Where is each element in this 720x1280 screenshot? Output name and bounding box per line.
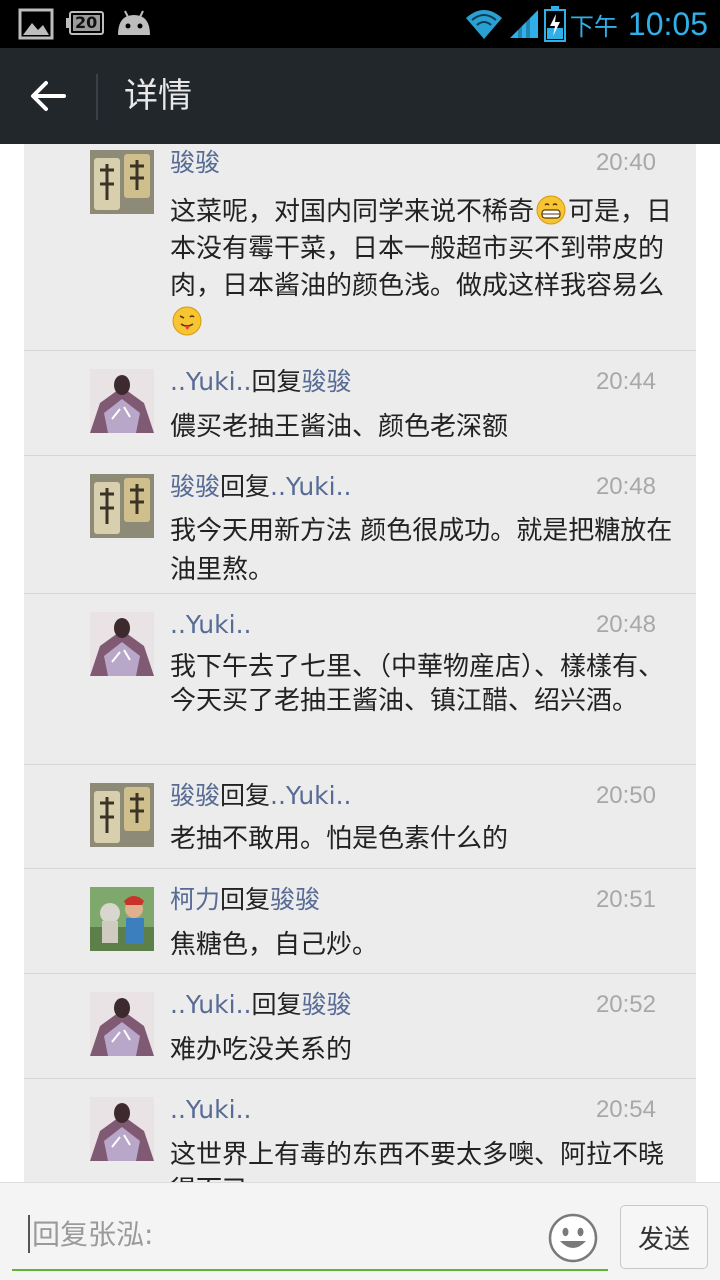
back-arrow-icon: [31, 81, 66, 111]
page-title: 详情: [124, 76, 192, 116]
comment-author: 骏骏: [170, 146, 220, 180]
comment-panel: 骏骏 20:40 这菜呢，对国内同学来说不稀奇 可是，日本没有霉干菜，日本一般超市…: [24, 144, 696, 1182]
clock: 下午 10:05: [570, 4, 708, 44]
author-name[interactable]: ..Yuki..: [170, 610, 251, 639]
author-name[interactable]: 骏骏: [170, 781, 220, 810]
image-icon: [18, 8, 54, 40]
tongue-emoji-icon: [172, 306, 202, 336]
reply-to-name[interactable]: ..Yuki..: [270, 781, 351, 810]
back-button[interactable]: [20, 70, 76, 122]
avatar-yuki[interactable]: [90, 992, 154, 1056]
comment-text: 这世界上有毒的东西不要太多噢、阿拉不晓得而已: [170, 1140, 665, 1182]
comment-author: 骏骏回复..Yuki..: [170, 470, 352, 504]
comment-text: 儂买老抽王酱油、颜色老深额: [170, 412, 509, 442]
comment-author: ..Yuki..回复骏骏: [170, 988, 352, 1022]
reply-label: 回复: [251, 367, 302, 396]
avatar-junjun[interactable]: [90, 783, 154, 847]
comment-item[interactable]: ..Yuki..回复骏骏 20:52 难办吃没关系的: [24, 974, 696, 1079]
comment-text: 这菜呢，对国内同学来说不稀奇 可是，日本没有霉干菜，日本一般超市买不到带皮的肉，日…: [170, 194, 682, 342]
comment-text: 我下午去了七里、（中華物産店）、樣樣有、今天买了老抽王酱油、镇江醋、绍兴酒。: [170, 652, 665, 716]
status-bar: 20 下午 10:05: [0, 0, 720, 48]
comment-item[interactable]: ..Yuki.. 20:54 这世界上有毒的东西不要太多噢、阿拉不晓得而已: [24, 1079, 696, 1182]
author-name[interactable]: ..Yuki..: [170, 367, 251, 396]
comment-author: ..Yuki..: [170, 1093, 251, 1127]
reply-label: 回复: [220, 885, 271, 914]
comment-author: ..Yuki..回复骏骏: [170, 365, 352, 399]
clock-ampm: 下午: [569, 12, 618, 41]
grin-emoji-icon: [536, 195, 566, 225]
comment-author: 骏骏回复..Yuki..: [170, 779, 352, 813]
comment-time: 20:51: [595, 886, 656, 913]
comment-time: 20:40: [595, 149, 656, 176]
reply-to-name[interactable]: ..Yuki..: [270, 472, 351, 501]
signal-icon: [510, 10, 538, 38]
comment-list[interactable]: 骏骏 20:40 这菜呢，对国内同学来说不稀奇 可是，日本没有霉干菜，日本一般超市…: [0, 144, 720, 1182]
battery-level: 20: [75, 13, 98, 32]
comment-text: 老抽不敢用。怕是色素什么的: [170, 824, 509, 854]
wifi-icon: [466, 10, 502, 39]
clock-time: 10:05: [627, 5, 708, 42]
reply-input[interactable]: [32, 1211, 532, 1257]
comment-item[interactable]: 骏骏 20:40 这菜呢，对国内同学来说不稀奇 可是，日本没有霉干菜，日本一般超市…: [24, 144, 696, 351]
avatar-junjun[interactable]: [90, 474, 154, 538]
avatar-yuki[interactable]: [90, 369, 154, 433]
reply-to-name[interactable]: 骏骏: [301, 990, 351, 1019]
charging-battery-icon: [544, 6, 566, 42]
comment-item[interactable]: ..Yuki.. 20:48 我下午去了七里、（中華物産店）、樣樣有、今天买了老…: [24, 594, 696, 765]
comment-author: ..Yuki..: [170, 608, 251, 642]
avatar-junjun[interactable]: [90, 150, 154, 214]
reply-label: 回复: [251, 990, 302, 1019]
smiley-emoji-icon[interactable]: [548, 1213, 598, 1263]
reply-to-name[interactable]: 骏骏: [301, 367, 351, 396]
comment-text: 我今天用新方法 颜色很成功。就是把糖放在油里熬。: [170, 516, 673, 585]
comment-time: 20:48: [595, 611, 656, 638]
action-bar: 详情: [0, 48, 720, 144]
comment-text-part: 这菜呢，对国内同学来说不稀奇: [170, 197, 535, 227]
battery-icon: 20: [66, 11, 104, 35]
comment-item[interactable]: 柯力回复骏骏 20:51 焦糖色，自己炒。: [24, 869, 696, 974]
author-name[interactable]: ..Yuki..: [170, 1095, 251, 1124]
reply-to-name[interactable]: 骏骏: [270, 885, 320, 914]
author-name[interactable]: 柯力: [170, 885, 220, 914]
android-icon: [118, 10, 150, 35]
reply-label: 回复: [220, 781, 271, 810]
comment-time: 20:44: [595, 368, 656, 395]
avatar-keli[interactable]: [90, 887, 154, 951]
comment-time: 20:50: [595, 782, 656, 809]
send-button[interactable]: 发送: [620, 1205, 708, 1269]
comment-text: 难办吃没关系的: [170, 1035, 353, 1065]
comment-text: 焦糖色，自己炒。: [170, 930, 379, 960]
comment-item[interactable]: 骏骏回复..Yuki.. 20:48 我今天用新方法 颜色很成功。就是把糖放在油…: [24, 456, 696, 594]
text-cursor: [28, 1215, 30, 1253]
comment-time: 20:48: [595, 473, 656, 500]
avatar-yuki[interactable]: [90, 612, 154, 676]
comment-time: 20:54: [595, 1096, 656, 1123]
reply-input-container[interactable]: [12, 1203, 608, 1271]
author-name[interactable]: ..Yuki..: [170, 990, 251, 1019]
reply-bar: 发送: [0, 1182, 720, 1280]
comment-item[interactable]: ..Yuki..回复骏骏 20:44 儂买老抽王酱油、颜色老深额: [24, 351, 696, 456]
comment-time: 20:52: [595, 991, 656, 1018]
reply-label: 回复: [220, 472, 271, 501]
comment-author: 柯力回复骏骏: [170, 883, 320, 917]
author-name[interactable]: 骏骏: [170, 148, 220, 177]
author-name[interactable]: 骏骏: [170, 472, 220, 501]
comment-item[interactable]: 骏骏回复..Yuki.. 20:50 老抽不敢用。怕是色素什么的: [24, 765, 696, 869]
action-bar-divider: [96, 74, 98, 120]
avatar-yuki[interactable]: [90, 1097, 154, 1161]
